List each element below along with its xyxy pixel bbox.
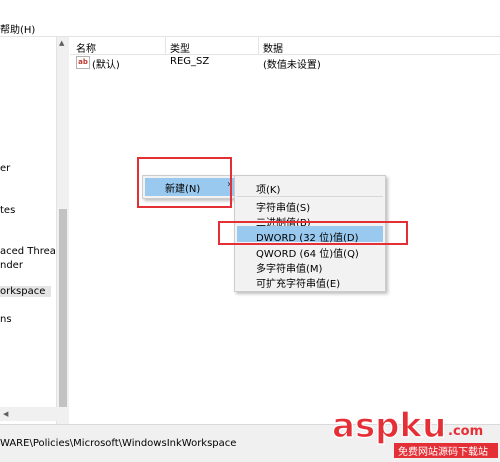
- annotation-box-dword: [218, 221, 408, 245]
- tree-hscrollbar[interactable]: ◀: [0, 407, 68, 421]
- submenu-item-expandable[interactable]: 可扩充字符串值(E): [256, 275, 340, 290]
- submenu-item-string[interactable]: 字符串值(S): [256, 199, 310, 214]
- registry-path: WARE\Policies\Microsoft\WindowsInkWorksp…: [0, 438, 237, 449]
- watermark-brand: aspku: [332, 406, 446, 446]
- submenu-item-qword[interactable]: QWORD (64 位)值(Q): [256, 245, 359, 260]
- watermark-suffix: .com: [448, 424, 483, 439]
- column-data[interactable]: 数据: [263, 40, 283, 55]
- menu-divider: [237, 196, 383, 197]
- row-name: (默认): [92, 60, 120, 71]
- string-value-icon: ab: [76, 56, 90, 69]
- row-type: REG_SZ: [170, 56, 210, 67]
- tree-item[interactable]: er: [0, 163, 10, 174]
- column-type[interactable]: 类型: [170, 40, 190, 55]
- column-divider[interactable]: [258, 37, 259, 54]
- row-data: (数值未设置): [263, 60, 321, 71]
- table-row[interactable]: ab (默认) REG_SZ (数值未设置): [70, 55, 500, 71]
- menu-help[interactable]: 帮助(H): [0, 21, 35, 36]
- aspku-watermark-logo: aspku .com 免费网站源码下载站: [332, 405, 498, 458]
- scroll-up-arrow-icon[interactable]: ▲: [59, 39, 64, 47]
- tree-item-selected[interactable]: orkspace: [0, 286, 52, 297]
- tree-scroll-thumb[interactable]: [59, 209, 67, 417]
- tree-item[interactable]: ns: [0, 314, 12, 325]
- menu-bar: 帮助(H): [0, 0, 500, 37]
- tree-item[interactable]: tes: [0, 205, 15, 216]
- tree-item[interactable]: nder: [0, 260, 23, 271]
- column-divider[interactable]: [165, 37, 166, 54]
- watermark-tagline: 免费网站源码下载站: [398, 445, 488, 458]
- scroll-left-arrow-icon[interactable]: ◀: [3, 410, 8, 418]
- column-name[interactable]: 名称: [76, 40, 96, 55]
- tree-scrollbar[interactable]: ▲ ▼: [56, 37, 69, 424]
- submenu-item-multistring[interactable]: 多字符串值(M): [256, 260, 322, 275]
- annotation-box-new: [137, 157, 232, 208]
- submenu-item-key[interactable]: 项(K): [256, 181, 280, 196]
- column-header: 名称 类型 数据: [70, 37, 500, 55]
